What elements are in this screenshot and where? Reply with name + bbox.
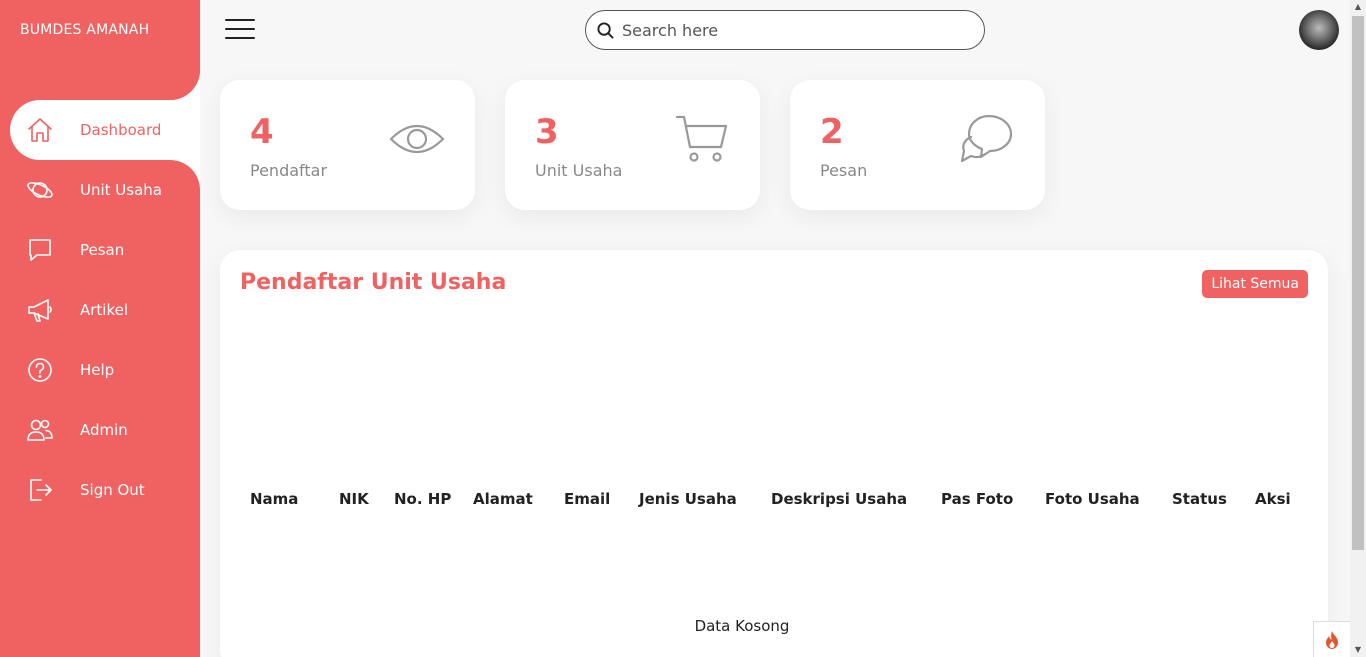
card-pesan[interactable]: 2 Pesan	[790, 80, 1045, 210]
column-header: Foto Usaha	[1045, 490, 1140, 508]
sidebar-item-artikel[interactable]: Artikel	[10, 280, 200, 340]
avatar[interactable]	[1299, 10, 1339, 50]
card-label: Unit Usaha	[535, 161, 623, 180]
chat-bubbles-icon	[959, 113, 1015, 165]
help-circle-icon	[10, 356, 70, 384]
brand-header: BUMDES AMANAH	[0, 0, 200, 100]
card-number: 2	[820, 112, 844, 152]
card-number: 3	[535, 112, 559, 152]
sidebar-item-pesan[interactable]: Pesan	[10, 220, 200, 280]
eye-icon	[389, 113, 445, 165]
sidebar-item-admin[interactable]: Admin	[10, 400, 200, 460]
sidebar-item-unit-usaha[interactable]: Unit Usaha	[10, 160, 200, 220]
view-all-button[interactable]: Lihat Semua	[1202, 270, 1308, 298]
home-icon	[10, 116, 70, 144]
search-input[interactable]	[622, 20, 962, 40]
sidebar-item-dashboard[interactable]: Dashboard	[10, 100, 200, 160]
table-header: Nama NIK No. HP Alamat Email Jenis Usaha…	[220, 490, 1328, 512]
search-icon	[597, 21, 614, 39]
sidebar-item-sign-out[interactable]: Sign Out	[10, 460, 200, 520]
sidebar: BUMDES AMANAH Dashboard Unit Usaha Pesan…	[0, 0, 200, 657]
card-label: Pesan	[820, 161, 868, 180]
sidebar-item-label: Artikel	[80, 301, 129, 319]
column-header: Status	[1172, 490, 1227, 508]
empty-state-text: Data Kosong	[694, 617, 790, 635]
sidebar-item-help[interactable]: Help	[10, 340, 200, 400]
card-pendaftar[interactable]: 4 Pendaftar	[220, 80, 475, 210]
column-header: Deskripsi Usaha	[771, 490, 908, 508]
sidebar-item-label: Dashboard	[80, 121, 162, 139]
people-icon	[10, 416, 70, 444]
flame-icon[interactable]	[1313, 621, 1350, 657]
megaphone-icon	[10, 296, 70, 324]
card-unit-usaha[interactable]: 3 Unit Usaha	[505, 80, 760, 210]
planet-icon	[10, 176, 70, 204]
search-box	[585, 10, 985, 50]
cart-icon	[674, 113, 730, 165]
sidebar-item-label: Sign Out	[80, 481, 145, 499]
sidebar-nav: Dashboard Unit Usaha Pesan Artikel Help	[10, 100, 200, 520]
card-label: Pendaftar	[250, 161, 328, 180]
chat-icon	[10, 236, 70, 264]
sidebar-item-label: Help	[80, 361, 115, 379]
brand-title: BUMDES AMANAH	[20, 22, 150, 38]
scroll-up-icon[interactable]: ▲	[1350, 0, 1366, 14]
main-content: 4 Pendaftar 3 Unit Usaha 2 Pesan Pendaft…	[200, 0, 1350, 657]
column-header: Jenis Usaha	[639, 490, 737, 508]
sidebar-item-label: Unit Usaha	[80, 181, 162, 199]
panel-title: Pendaftar Unit Usaha	[240, 270, 507, 295]
sidebar-item-label: Pesan	[80, 241, 125, 259]
scroll-thumb[interactable]	[1352, 16, 1364, 550]
column-header: Alamat	[473, 490, 533, 508]
page-scrollbar[interactable]: ▲ ▼	[1350, 0, 1366, 657]
column-header: No. HP	[394, 490, 452, 508]
column-header: Nama	[250, 490, 299, 508]
log-out-icon	[10, 476, 70, 504]
sidebar-item-label: Admin	[80, 421, 128, 439]
scroll-down-icon[interactable]: ▼	[1350, 643, 1366, 657]
column-header: NIK	[339, 490, 369, 508]
menu-toggle-icon[interactable]	[225, 19, 255, 41]
column-header: Aksi	[1255, 490, 1291, 508]
column-header: Email	[564, 490, 611, 508]
card-number: 4	[250, 112, 274, 152]
column-header: Pas Foto	[941, 490, 1014, 508]
registrants-panel: Pendaftar Unit Usaha Lihat Semua Nama NI…	[220, 250, 1328, 657]
